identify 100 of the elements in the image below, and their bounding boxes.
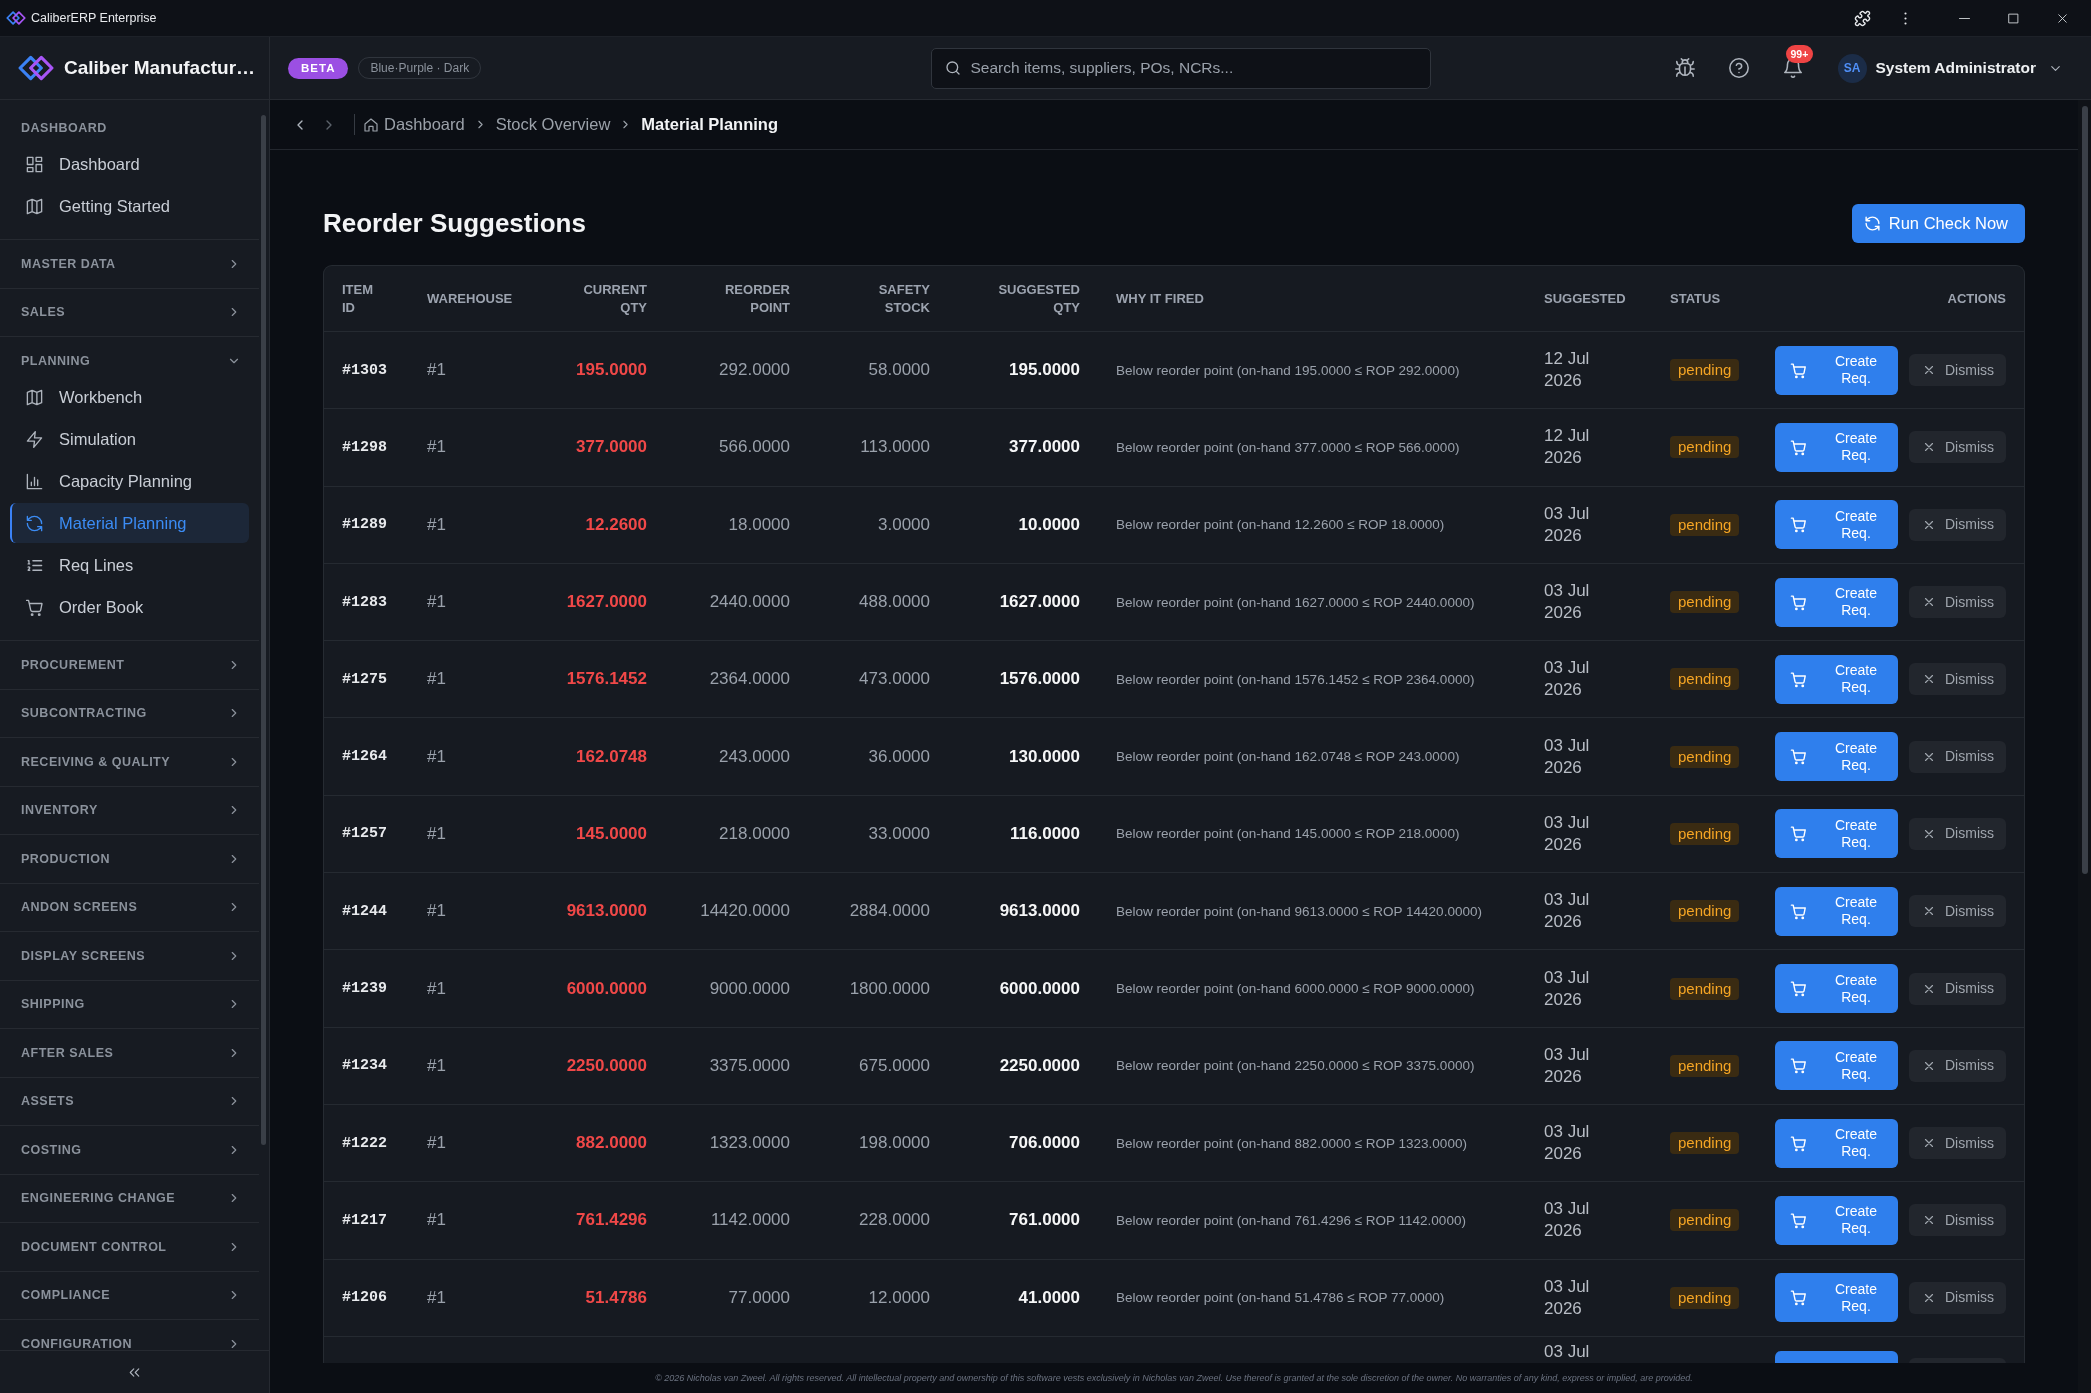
dismiss-button[interactable]: Dismiss <box>1909 1049 2006 1082</box>
run-check-button[interactable]: Run Check Now <box>1851 204 2025 243</box>
scrollbar-thumb[interactable] <box>261 115 266 1145</box>
sidebar-section-header[interactable]: AFTER SALES <box>0 1029 259 1077</box>
create-requisition-button[interactable] <box>1775 1350 1898 1363</box>
sidebar-section-header[interactable]: CONFIGURATION <box>0 1320 259 1350</box>
home-icon[interactable] <box>363 116 379 133</box>
cart-icon <box>1790 670 1807 688</box>
warehouse-id: #1 <box>427 1287 446 1308</box>
search-field[interactable]: Search items, suppliers, POs, NCRs... <box>930 47 1431 89</box>
sidebar-item[interactable]: Workbench <box>10 376 249 418</box>
reason-text: Below reorder point (on-hand 12.2600 ≤ ROP 18.0000) <box>1116 517 1445 533</box>
create-requisition-button[interactable]: Create Req. <box>1775 886 1898 936</box>
create-requisition-button[interactable]: Create Req. <box>1775 809 1898 859</box>
create-requisition-button[interactable]: Create Req. <box>1775 964 1898 1013</box>
sidebar-section-header[interactable]: PRODUCTION <box>0 835 259 883</box>
reason-text: Below reorder point (on-hand 162.0748 ≤ ROP 243.0000) <box>1116 749 1460 765</box>
dismiss-button[interactable]: Dismiss <box>1909 354 2006 387</box>
sidebar-section-header[interactable]: INVENTORY <box>0 786 259 834</box>
maximize-icon[interactable] <box>2006 10 2021 26</box>
user-name[interactable]: System Administrator <box>1875 59 2036 77</box>
bug-icon[interactable] <box>1673 57 1696 79</box>
create-requisition-button[interactable]: Create Req. <box>1775 1041 1898 1091</box>
create-requisition-button[interactable]: Create Req. <box>1775 1118 1898 1168</box>
page-title: Reorder Suggestions <box>323 207 586 240</box>
dismiss-button[interactable]: Dismiss <box>1909 586 2006 619</box>
suggested-date: 03 Jul 2026 <box>1544 889 1591 934</box>
create-requisition-button[interactable]: Create Req. <box>1775 500 1898 550</box>
sidebar-section-header[interactable]: DOCUMENT CONTROL <box>0 1223 259 1271</box>
column-header: SUGGESTED QTY <box>997 280 1080 317</box>
help-icon[interactable] <box>1727 57 1750 79</box>
safety-stock: 675.0000 <box>859 1055 930 1076</box>
dismiss-button[interactable]: Dismiss <box>1909 1204 2006 1237</box>
warehouse-id: #1 <box>427 1133 446 1154</box>
dismiss-button[interactable]: Dismiss <box>1909 663 2006 696</box>
dismiss-button[interactable]: Dismiss <box>1909 895 2006 928</box>
suggested-qty: 116.0000 <box>1010 823 1080 844</box>
sidebar-section-header[interactable]: PROCUREMENT <box>0 641 259 689</box>
current-qty: 162.0748 <box>576 746 647 767</box>
sidebar-item[interactable]: Getting Started <box>10 185 249 227</box>
create-requisition-button[interactable]: Create Req. <box>1775 577 1898 627</box>
dismiss-button[interactable]: Dismiss <box>1909 740 2006 773</box>
sidebar-section-header[interactable]: DISPLAY SCREENS <box>0 932 259 980</box>
item-id: #1234 <box>342 1057 387 1075</box>
sidebar-section-header[interactable]: ANDON SCREENS <box>0 883 259 931</box>
sidebar-section-header[interactable]: ASSETS <box>0 1077 259 1125</box>
sidebar-section-header[interactable]: SALES <box>0 288 259 336</box>
sidebar-section-header[interactable]: RECEIVING & QUALITY <box>0 738 259 786</box>
reorder-point: 18.0000 <box>728 514 790 535</box>
suggested-qty: 2250.0000 <box>999 1055 1080 1076</box>
suggested-date: 03 Jul <box>1544 1340 1590 1362</box>
sidebar-item[interactable]: Capacity Planning <box>10 460 249 502</box>
item-id: #1217 <box>342 1211 387 1229</box>
create-requisition-button[interactable]: Create Req. <box>1775 345 1898 395</box>
status-badge: pending <box>1670 436 1740 459</box>
sidebar-item[interactable]: Dashboard <box>10 143 249 185</box>
scrollbar-thumb[interactable] <box>2082 106 2088 874</box>
sidebar-section-header[interactable]: SUBCONTRACTING <box>0 689 259 737</box>
create-requisition-button[interactable]: Create Req. <box>1775 1273 1898 1323</box>
sidebar-item[interactable]: Simulation <box>10 418 249 460</box>
dismiss-button[interactable]: Dismiss <box>1909 1281 2006 1314</box>
dismiss-button[interactable]: Dismiss <box>1909 431 2006 464</box>
create-requisition-button[interactable]: Create Req. <box>1775 732 1898 782</box>
safety-stock: 12.0000 <box>868 1287 930 1308</box>
breadcrumb-item[interactable]: Dashboard <box>384 115 465 134</box>
current-qty: 51.4786 <box>585 1287 647 1308</box>
dismiss-button[interactable]: Dismiss <box>1909 508 2006 541</box>
status-badge: pending <box>1670 1132 1740 1155</box>
create-requisition-button[interactable]: Create Req. <box>1775 1195 1898 1245</box>
sidebar-item[interactable]: Order Book <box>10 586 249 628</box>
app-logo-icon <box>6 11 26 25</box>
current-qty: 12.2600 <box>585 514 647 535</box>
dismiss-button[interactable]: Dismiss <box>1909 972 2006 1005</box>
cart-icon <box>1790 1289 1807 1307</box>
cart-icon <box>1790 902 1807 920</box>
sidebar-section-header[interactable]: COMPLIANCE <box>0 1271 259 1319</box>
breadcrumb-item[interactable]: Stock Overview <box>495 115 611 134</box>
sidebar-section-header[interactable]: MASTER DATA <box>0 240 259 288</box>
reason-text: Below reorder point (on-hand 882.0000 ≤ ROP 1323.0000) <box>1116 1135 1467 1151</box>
user-avatar[interactable]: SA <box>1837 53 1867 83</box>
status-badge: pending <box>1670 668 1740 691</box>
suggested-qty: 195.0000 <box>1009 360 1080 381</box>
safety-stock: 488.0000 <box>859 592 930 613</box>
reason-text: Below reorder point (on-hand 1627.0000 ≤ ROP 2440.0000) <box>1116 594 1475 610</box>
dismiss-button[interactable]: Dismiss <box>1909 1127 2006 1160</box>
sidebar-item[interactable]: Material Planning <box>10 503 249 543</box>
item-id: #1222 <box>342 1134 387 1152</box>
create-requisition-button[interactable]: Create Req. <box>1775 422 1898 472</box>
dismiss-button[interactable]: Dismiss <box>1909 817 2006 850</box>
sidebar-section-header[interactable]: ENGINEERING CHANGE <box>0 1174 259 1222</box>
puzzle-icon[interactable] <box>1854 9 1871 27</box>
cart-icon <box>1790 748 1807 766</box>
sidebar-section-header[interactable]: SHIPPING <box>0 980 259 1028</box>
sidebar-section-header[interactable]: COSTING <box>0 1126 259 1174</box>
reason-text: Below reorder point (on-hand 145.0000 ≤ ROP 218.0000) <box>1116 826 1460 842</box>
sidebar-item[interactable]: Req Lines <box>10 544 249 586</box>
column-header: STATUS <box>1670 289 1721 308</box>
current-qty: 145.0000 <box>576 823 647 844</box>
sidebar-section-header[interactable]: PLANNING <box>0 337 259 376</box>
create-requisition-button[interactable]: Create Req. <box>1775 654 1898 704</box>
